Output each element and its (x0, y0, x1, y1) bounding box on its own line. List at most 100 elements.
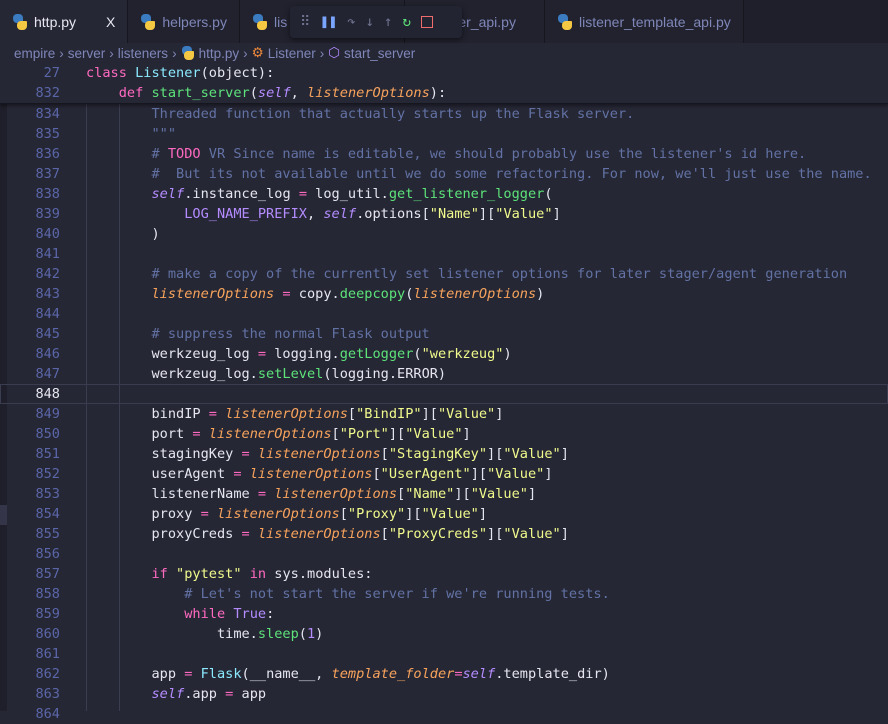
code-line[interactable]: 845 # suppress the normal Flask output (0, 324, 888, 344)
code-line[interactable]: 855 proxyCreds = listenerOptions["ProxyC… (0, 524, 888, 544)
breadcrumb-item[interactable]: empire (14, 46, 55, 61)
code-line[interactable]: 847 werkzeug_log.setLevel(logging.ERROR) (0, 364, 888, 384)
code-line[interactable]: 835 """ (0, 124, 888, 144)
breadcrumb-item[interactable]: http.py (199, 46, 240, 61)
token: class (86, 65, 136, 81)
code-line[interactable]: 856 (0, 544, 888, 564)
code-line[interactable]: 27 class Listener(object): (0, 63, 888, 83)
token: = (233, 466, 242, 482)
code-line[interactable]: 863 self.app = app (0, 684, 888, 704)
breadcrumb-item[interactable]: Listener (268, 46, 316, 61)
line-number: 853 (35, 486, 60, 502)
token: ][ (405, 506, 422, 522)
token: sys.modules: (266, 566, 373, 582)
token: ) (536, 286, 545, 302)
token: LOG_NAME_PREFIX (184, 206, 307, 222)
token: sleep (257, 626, 299, 642)
token: "werkzeug" (421, 346, 504, 362)
line-content: proxyCreds = listenerOptions["ProxyCreds… (86, 524, 568, 544)
token: ): (429, 85, 447, 101)
restart-button[interactable]: ↻ (402, 14, 410, 30)
code-line[interactable]: 862 app = Flask(__name__, template_folde… (0, 664, 888, 684)
code-line[interactable]: 860 time.sleep(1) (0, 624, 888, 644)
line-number: 862 (35, 666, 60, 682)
code-line[interactable]: 842 # make a copy of the currently set l… (0, 264, 888, 284)
line-number: 848 (35, 386, 60, 402)
step-out-button[interactable]: ↑ (384, 14, 392, 30)
token: [ (380, 526, 389, 542)
chevron-right-icon: › (172, 45, 177, 61)
token: = (192, 426, 201, 442)
token: "Value" (503, 526, 561, 542)
token: ] (560, 446, 569, 462)
token: app (233, 686, 267, 702)
token: in (241, 566, 267, 582)
token: stagingKey (86, 446, 242, 462)
line-content: class Listener(object): (86, 63, 274, 83)
code-line[interactable]: 858 # Let's not start the server if we'r… (0, 584, 888, 604)
token: = (200, 506, 209, 522)
sticky-scroll[interactable]: 27 class Listener(object): 832 def start_s… (0, 63, 888, 104)
code-line[interactable]: 834 Threaded function that actually star… (0, 104, 888, 124)
token: Threaded function that actually starts u… (86, 106, 635, 122)
breadcrumb-item[interactable]: server (68, 46, 106, 61)
code-line[interactable]: 864 (0, 704, 888, 724)
code-line[interactable]: 861 (0, 644, 888, 664)
code-line[interactable]: 844 (0, 304, 888, 324)
code-line[interactable]: 848 (0, 384, 888, 404)
step-over-button[interactable]: ↷ (347, 14, 355, 30)
close-icon[interactable]: X (106, 14, 115, 30)
code-line[interactable]: 836 # TODO VR Since name is editable, we… (0, 144, 888, 164)
line-content: time.sleep(1) (86, 624, 323, 644)
token: : (266, 606, 275, 622)
tab-label: http.py (34, 13, 77, 30)
code-line[interactable]: 839 LOG_NAME_PREFIX, self.options["Name"… (0, 204, 888, 224)
token: "ProxyCreds" (388, 526, 488, 542)
step-into-button[interactable]: ↓ (366, 14, 374, 30)
line-content: userAgent = listenerOptions["UserAgent"]… (86, 464, 552, 484)
token: ][ (487, 526, 504, 542)
code-line[interactable]: 832 def start_server(self, listenerOptio… (0, 83, 888, 103)
line-number: 849 (35, 406, 60, 422)
code-line[interactable]: 846 werkzeug_log = logging.getLogger("we… (0, 344, 888, 364)
token: deepcopy (339, 286, 406, 302)
token: Listener (135, 65, 201, 81)
code-line[interactable]: 852 userAgent = listenerOptions["UserAge… (0, 464, 888, 484)
line-content: stagingKey = listenerOptions["StagingKey… (86, 444, 569, 464)
tab-1[interactable]: helpers.py (128, 0, 240, 43)
code-line[interactable]: 853 listenerName = listenerOptions["Name… (0, 484, 888, 504)
breadcrumb-item[interactable]: start_server (344, 46, 415, 61)
code-line[interactable]: 837 # But its not available until we do … (0, 164, 888, 184)
breadcrumb-item[interactable]: listeners (118, 46, 168, 61)
drag-grip-icon[interactable]: ⠿ (300, 14, 310, 30)
stop-button[interactable] (420, 16, 433, 28)
code-editor[interactable]: 27 class Listener(object): 832 def start_s… (0, 63, 888, 724)
tab-4[interactable]: listener_template_api.py (544, 0, 744, 43)
code-line[interactable]: 851 stagingKey = listenerOptions["Stagin… (0, 444, 888, 464)
code-line[interactable]: 857 if "pytest" in sys.modules: (0, 564, 888, 584)
code-line[interactable]: 859 while True: (0, 604, 888, 624)
code-line[interactable]: 838 self.instance_log = log_util.get_lis… (0, 184, 888, 204)
pause-button[interactable]: ❚❚ (320, 14, 337, 30)
token: [ (331, 426, 340, 442)
token: [ (347, 406, 357, 422)
token: [ (372, 466, 381, 482)
code-line[interactable]: 849 bindIP = listenerOptions["BindIP"]["… (0, 404, 888, 424)
token: "Port" (339, 426, 389, 442)
code-line[interactable]: 841 (0, 244, 888, 264)
token: copy. (290, 286, 340, 302)
token: ] (552, 206, 561, 222)
code-line[interactable]: 850 port = listenerOptions["Port"]["Valu… (0, 424, 888, 444)
line-content: bindIP = listenerOptions["BindIP"]["Valu… (86, 404, 503, 424)
token: def (118, 85, 152, 101)
tab-0[interactable]: http.py X (0, 0, 129, 43)
code-line[interactable]: 843 listenerOptions = copy.deepcopy(list… (0, 284, 888, 304)
method-icon: ⬡ (328, 45, 341, 60)
code-line[interactable]: 840 ) (0, 224, 888, 244)
token: template_folder (331, 666, 455, 682)
code-line[interactable]: 854 proxy = listenerOptions["Proxy"]["Va… (0, 504, 888, 524)
code-lines[interactable]: 834 Threaded function that actually star… (0, 104, 888, 724)
chevron-right-icon: › (109, 45, 114, 61)
line-content: """ (86, 124, 176, 144)
